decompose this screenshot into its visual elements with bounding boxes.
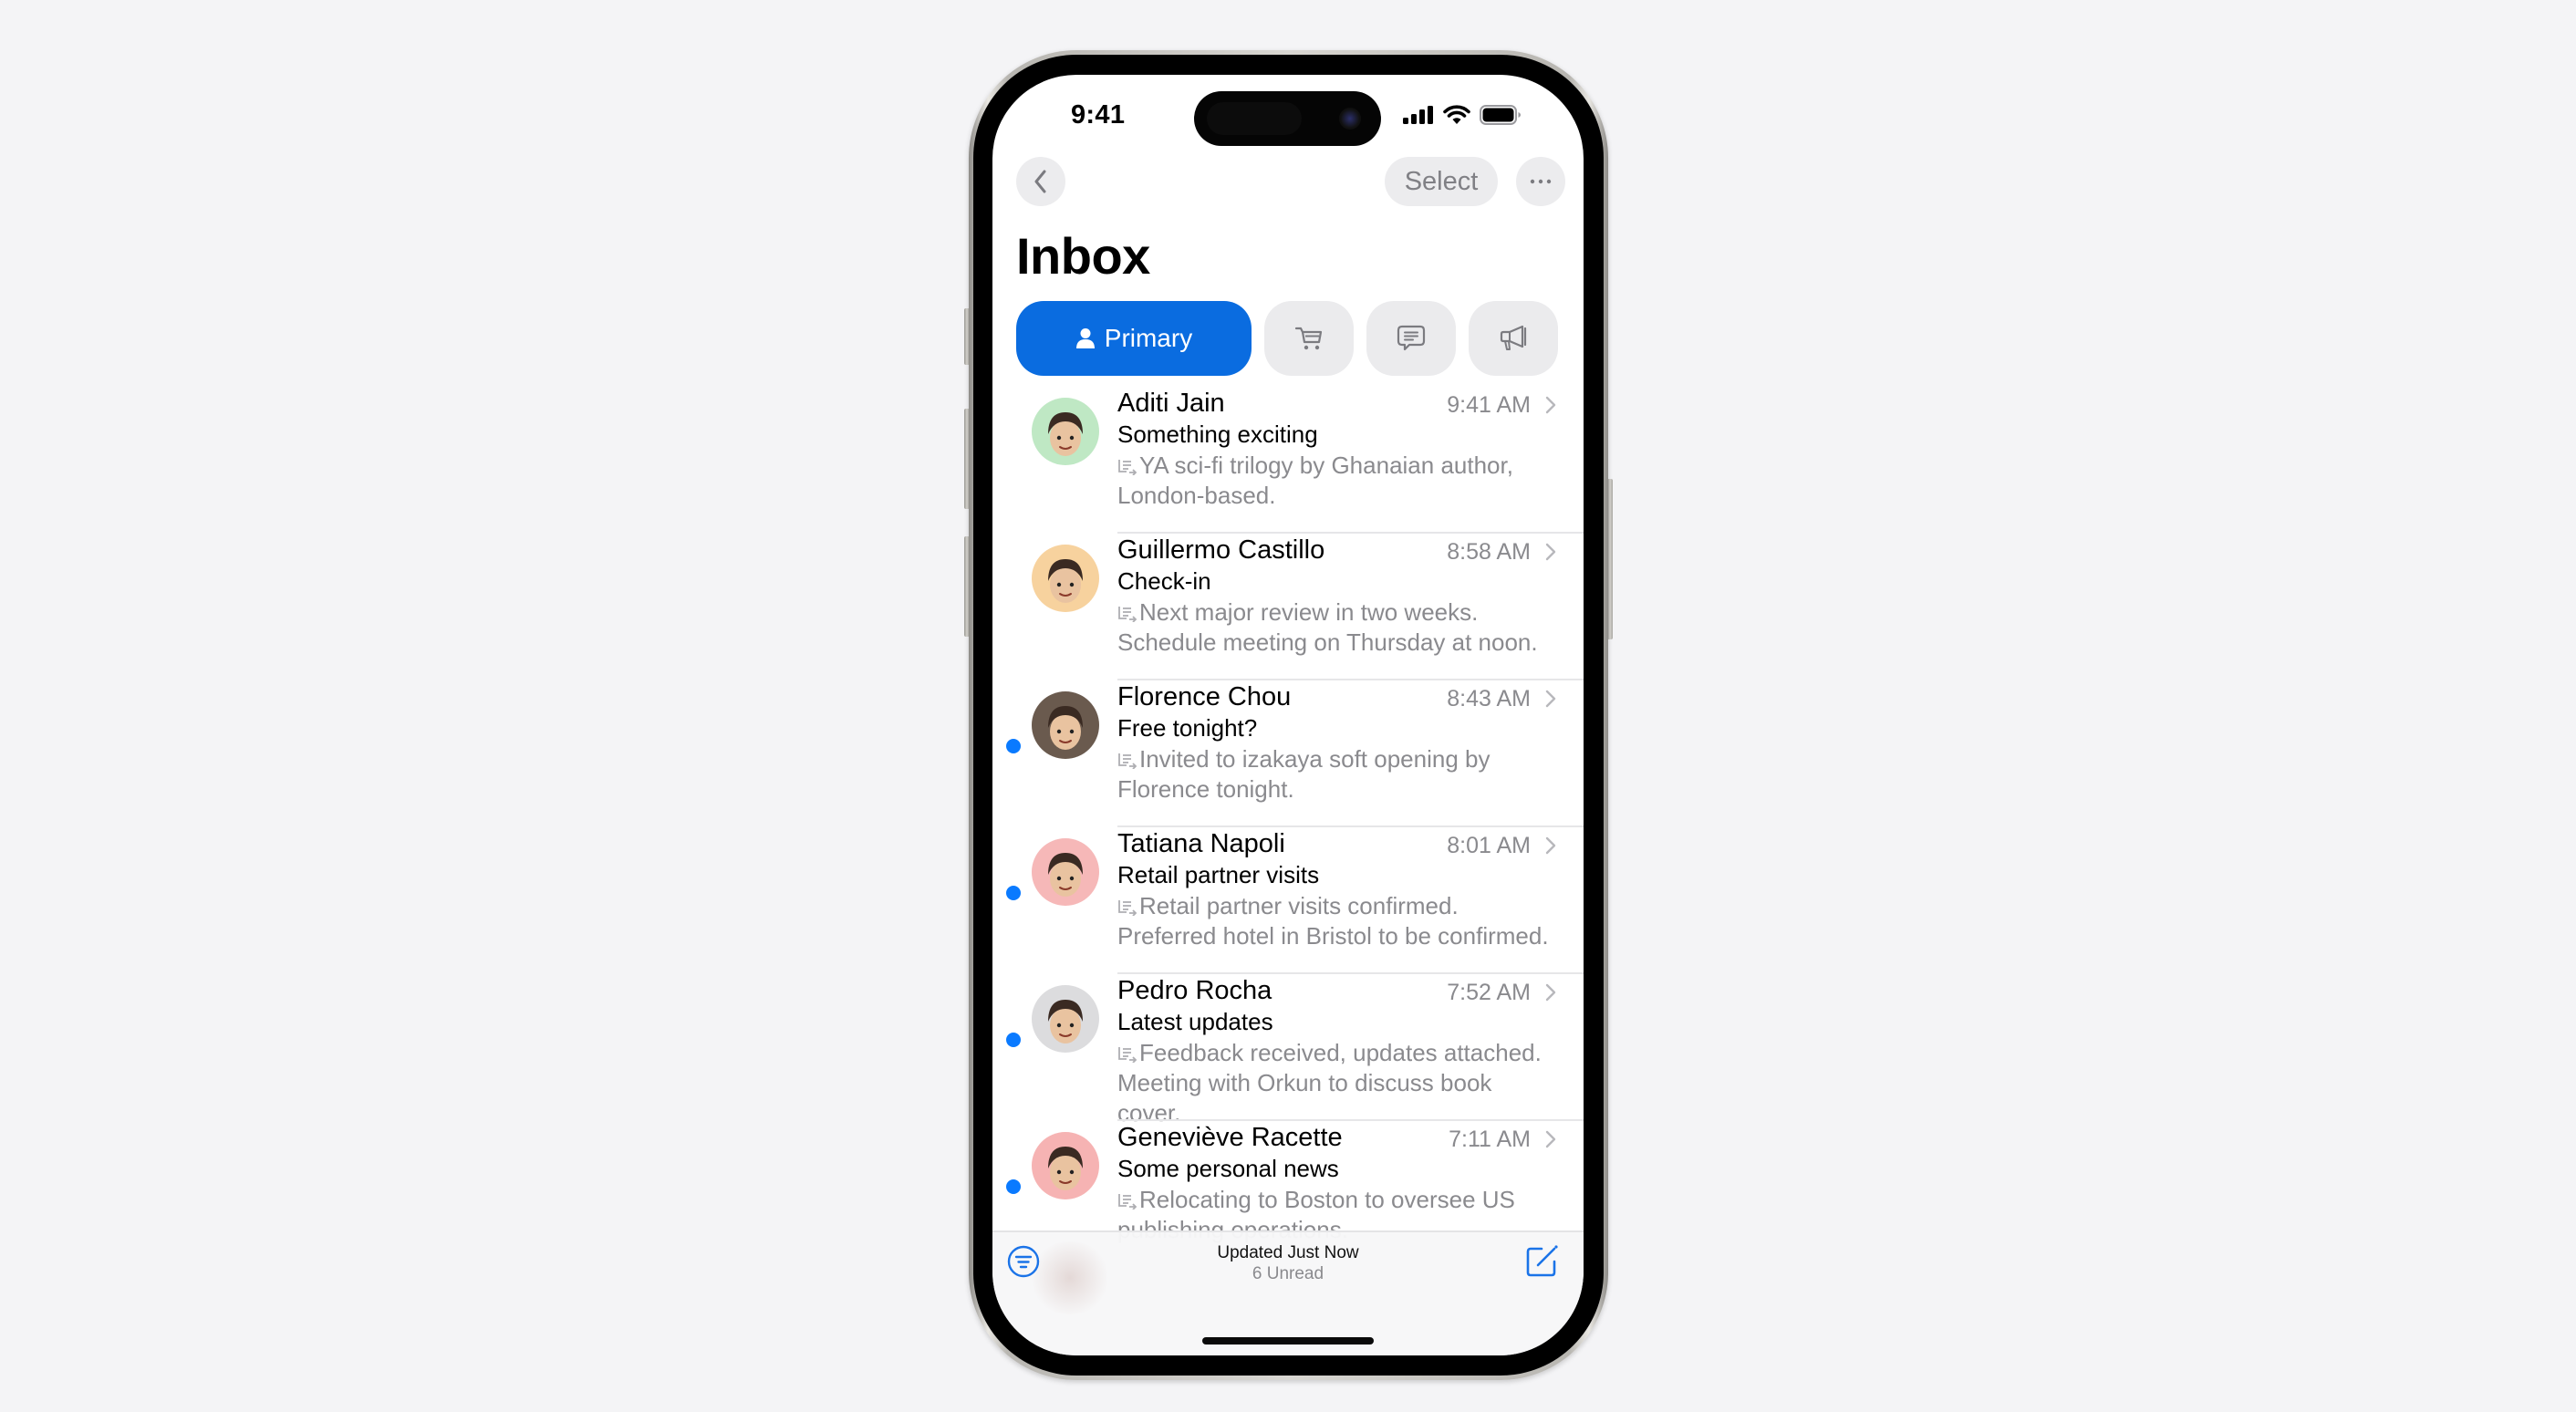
- sender-name: Tatiana Napoli: [1117, 829, 1285, 858]
- memoji-avatar-icon: [1032, 985, 1099, 1053]
- received-time: 8:01 AM: [1447, 833, 1531, 858]
- category-primary-tab[interactable]: Primary: [1016, 301, 1252, 376]
- summary-icon: [1118, 607, 1137, 622]
- received-time: 9:41 AM: [1447, 392, 1531, 418]
- sensor-area: [1207, 102, 1302, 135]
- preview-text: Feedback received, updates attached. Mee…: [1117, 1039, 1542, 1126]
- category-primary-label: Primary: [1104, 324, 1193, 352]
- mail-list: Aditi Jain 9:41 AM Something exciting YA…: [992, 387, 1584, 1268]
- preview-text: Retail partner visits confirmed. Preferr…: [1117, 892, 1549, 950]
- category-shopping-tab[interactable]: [1264, 301, 1354, 376]
- mail-list-item[interactable]: Guillermo Castillo 8:58 AM Check-in Next…: [992, 534, 1584, 680]
- mail-list-item[interactable]: Pedro Rocha 7:52 AM Latest updates Feedb…: [992, 974, 1584, 1126]
- unread-indicator: [1006, 739, 1021, 753]
- category-promotions-tab[interactable]: [1469, 301, 1558, 376]
- person-icon: [1075, 328, 1095, 348]
- mail-app-screen: 9:41 Select Inbox Primary Aditi Jain 9:4…: [992, 75, 1584, 1355]
- email-subject: Something exciting: [1117, 420, 1318, 448]
- page-title: Inbox: [1016, 227, 1150, 285]
- email-preview: Feedback received, updates attached. Mee…: [1117, 1038, 1560, 1128]
- summary-icon: [1118, 1047, 1137, 1063]
- unread-count: 6 Unread: [1252, 1264, 1324, 1283]
- unread-indicator: [1006, 1033, 1021, 1047]
- email-subject: Free tonight?: [1117, 714, 1258, 742]
- sender-avatar: [1032, 1132, 1099, 1199]
- category-transactions-tab[interactable]: [1366, 301, 1456, 376]
- status-bar-time: 9:41: [1071, 100, 1126, 130]
- memoji-avatar-icon: [1032, 691, 1099, 759]
- sender-name: Florence Chou: [1117, 682, 1292, 711]
- sender-avatar: [1032, 691, 1099, 759]
- email-subject: Latest updates: [1117, 1008, 1273, 1035]
- mailbox-status: Updated Just Now 6 Unread: [992, 1243, 1584, 1284]
- mail-list-item[interactable]: Florence Chou 8:43 AM Free tonight? Invi…: [992, 680, 1584, 827]
- sender-avatar: [1032, 985, 1099, 1053]
- chevron-left-icon: [1034, 170, 1046, 193]
- compose-icon: [1526, 1245, 1558, 1277]
- preview-text: Next major review in two weeks. Schedule…: [1117, 598, 1538, 656]
- select-button[interactable]: Select: [1385, 157, 1498, 206]
- sender-avatar: [1032, 545, 1099, 612]
- sender-name: Guillermo Castillo: [1117, 535, 1325, 565]
- ellipsis-icon: [1530, 179, 1552, 184]
- mail-list-item[interactable]: Tatiana Napoli 8:01 AM Retail partner vi…: [992, 827, 1584, 974]
- chevron-right-icon: [1545, 1130, 1556, 1148]
- summary-icon: [1118, 1194, 1137, 1210]
- unread-indicator: [1006, 886, 1021, 900]
- wifi-icon: [1443, 105, 1470, 124]
- summary-icon: [1118, 900, 1137, 916]
- sender-name: Aditi Jain: [1117, 389, 1225, 418]
- email-subject: Retail partner visits: [1117, 861, 1320, 888]
- status-icons: [1403, 105, 1522, 125]
- mailbox-status-title: Updated Just Now: [1217, 1243, 1359, 1262]
- sender-avatar: [1032, 398, 1099, 465]
- sender-avatar: [1032, 838, 1099, 906]
- chat-bubble-icon: [1397, 325, 1426, 351]
- chevron-right-icon: [1545, 983, 1556, 1002]
- sender-name: Geneviève Racette: [1117, 1123, 1343, 1152]
- email-preview: Invited to izakaya soft opening by Flore…: [1117, 744, 1560, 805]
- megaphone-icon: [1500, 325, 1527, 350]
- email-subject: Some personal news: [1117, 1155, 1339, 1182]
- unread-indicator: [1006, 1179, 1021, 1194]
- more-button[interactable]: [1516, 157, 1565, 206]
- memoji-avatar-icon: [1032, 1132, 1099, 1199]
- chevron-right-icon: [1545, 543, 1556, 561]
- memoji-avatar-icon: [1032, 838, 1099, 906]
- received-time: 7:52 AM: [1447, 980, 1531, 1005]
- chevron-right-icon: [1545, 396, 1556, 414]
- compose-button[interactable]: [1523, 1243, 1560, 1280]
- back-button[interactable]: [1016, 157, 1065, 206]
- preview-text: YA sci-fi trilogy by Ghanaian author, Lo…: [1117, 452, 1513, 509]
- home-indicator[interactable]: [1202, 1337, 1374, 1345]
- memoji-avatar-icon: [1032, 545, 1099, 612]
- battery-icon: [1480, 105, 1521, 125]
- camera-lens: [1339, 108, 1361, 130]
- chevron-right-icon: [1545, 836, 1556, 855]
- email-subject: Check-in: [1117, 567, 1211, 595]
- mail-list-item[interactable]: Aditi Jain 9:41 AM Something exciting YA…: [992, 387, 1584, 534]
- received-time: 8:58 AM: [1447, 539, 1531, 565]
- cellular-signal-icon: [1403, 106, 1433, 124]
- email-preview: Next major review in two weeks. Schedule…: [1117, 597, 1560, 658]
- cart-icon: [1294, 327, 1323, 350]
- memoji-avatar-icon: [1032, 398, 1099, 465]
- summary-icon: [1118, 753, 1137, 769]
- summary-icon: [1118, 460, 1137, 475]
- chevron-right-icon: [1545, 690, 1556, 708]
- received-time: 7:11 AM: [1449, 1126, 1531, 1152]
- sender-name: Pedro Rocha: [1117, 976, 1272, 1005]
- email-preview: Retail partner visits confirmed. Preferr…: [1117, 891, 1560, 951]
- email-preview: YA sci-fi trilogy by Ghanaian author, Lo…: [1117, 451, 1560, 511]
- dynamic-island: [1194, 91, 1381, 146]
- received-time: 8:43 AM: [1447, 686, 1531, 711]
- preview-text: Invited to izakaya soft opening by Flore…: [1117, 745, 1491, 803]
